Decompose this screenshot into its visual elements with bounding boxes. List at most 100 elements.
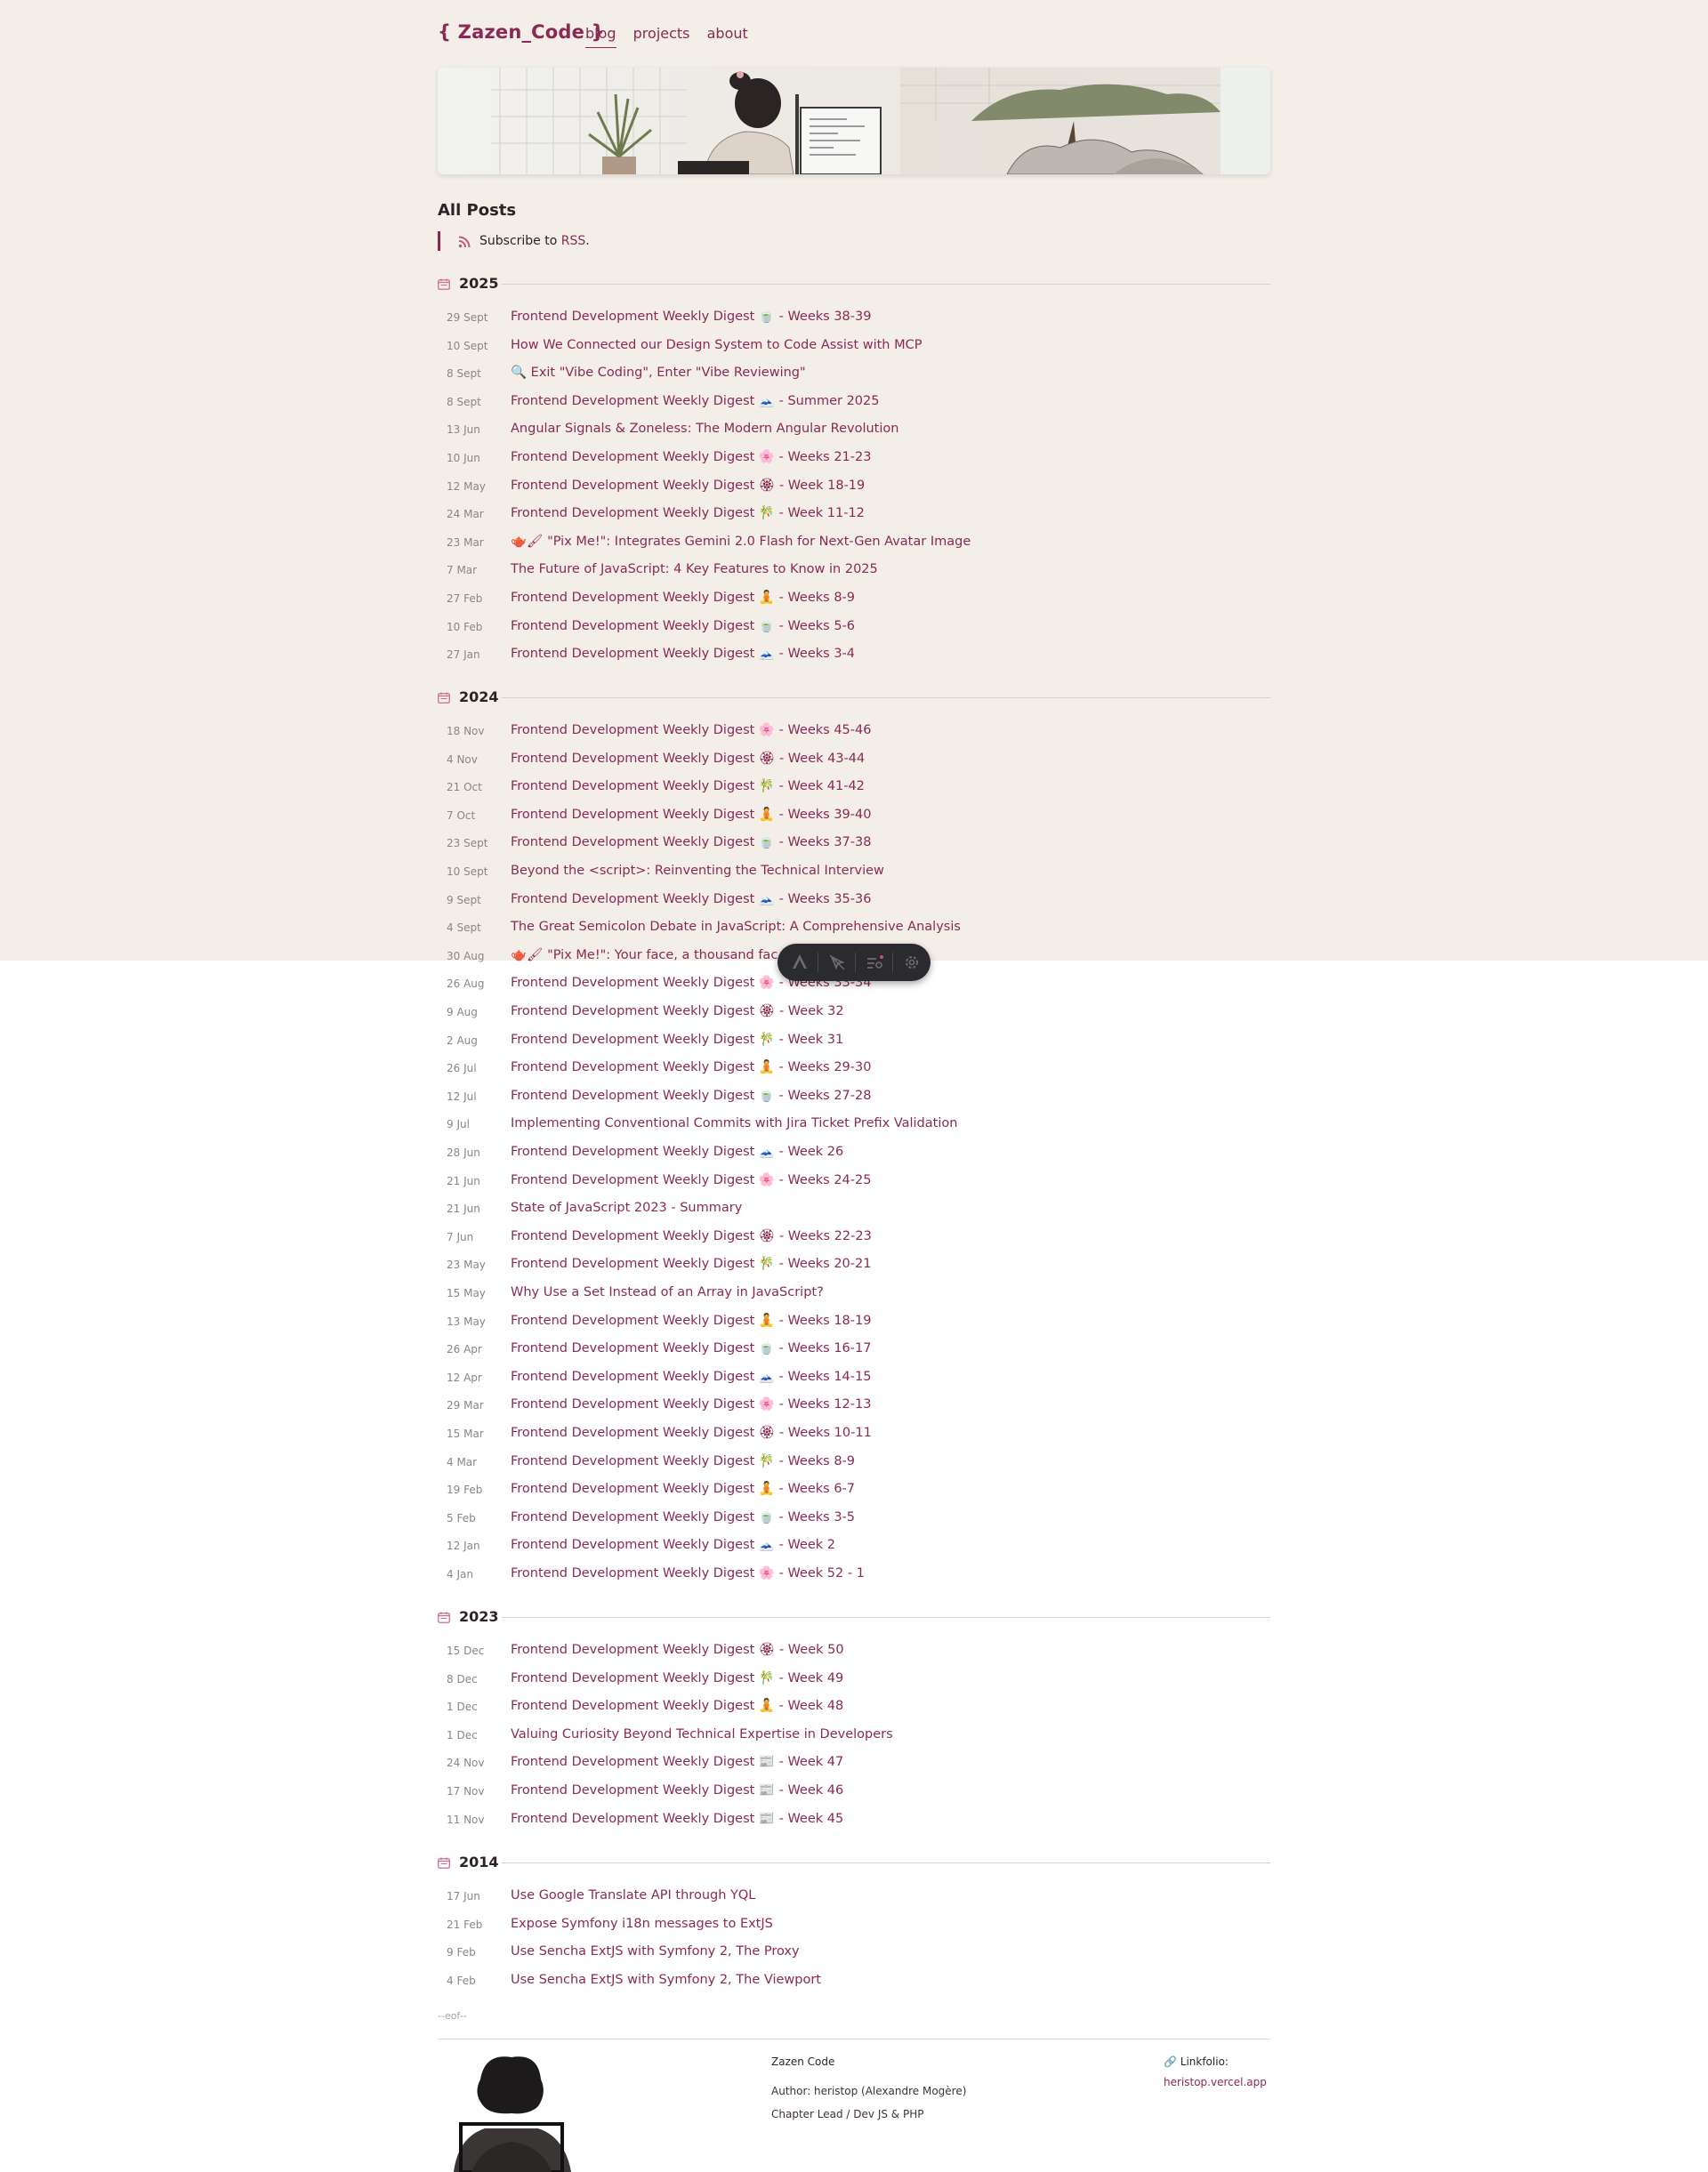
post-date: 8 Sept [447, 396, 481, 408]
post-date: 21 Feb [447, 1919, 483, 1931]
post-row: 21 Jun State of JavaScript 2023 - Summary [438, 1199, 1270, 1217]
post-title-link[interactable]: Frontend Development Weekly Digest 🧘 - W… [511, 1058, 871, 1076]
post-title-link[interactable]: Frontend Development Weekly Digest 🍵 - W… [511, 1339, 871, 1357]
settings-gear-icon[interactable] [902, 953, 922, 972]
year-label: 2014 [459, 1854, 499, 1870]
post-row: 26 Jul Frontend Development Weekly Digest… [438, 1058, 1270, 1076]
footer-linkfolio-link[interactable]: heristop.vercel.app [1164, 2076, 1267, 2088]
post-title-link[interactable]: Frontend Development Weekly Digest 🧘 - W… [511, 806, 871, 824]
post-title-link[interactable]: Use Google Translate API through YQL [511, 1886, 755, 1904]
post-row: 9 Jul Implementing Conventional Commits w… [438, 1114, 1270, 1132]
post-title-link[interactable]: State of JavaScript 2023 - Summary [511, 1199, 742, 1217]
post-title-link[interactable]: Frontend Development Weekly Digest 🎋 - W… [511, 1669, 843, 1687]
post-date: 15 Dec [447, 1645, 485, 1657]
filter-list-icon[interactable] [865, 953, 884, 972]
author-avatar [445, 2053, 578, 2172]
post-title-link[interactable]: Frontend Development Weekly Digest 📰 - W… [511, 1810, 843, 1828]
post-title-link[interactable]: Frontend Development Weekly Digest 🗻 - W… [511, 1143, 843, 1161]
post-row: 13 May Frontend Development Weekly Digest… [438, 1312, 1270, 1330]
rss-link[interactable]: RSS [561, 234, 586, 248]
post-row: 23 Sept Frontend Development Weekly Diges… [438, 833, 1270, 851]
post-title-link[interactable]: Expose Symfony i18n messages to ExtJS [511, 1915, 773, 1933]
post-title-link[interactable]: Frontend Development Weekly Digest 🗻 - W… [511, 1368, 871, 1386]
post-title-link[interactable]: Use Sencha ExtJS with Symfony 2, The Pro… [511, 1943, 800, 1960]
post-date: 29 Sept [447, 311, 488, 324]
post-row: 8 Dec Frontend Development Weekly Digest … [438, 1669, 1270, 1687]
post-row: 5 Feb Frontend Development Weekly Digest … [438, 1508, 1270, 1526]
post-row: 23 May Frontend Development Weekly Digest… [438, 1255, 1270, 1273]
post-title-link[interactable]: Frontend Development Weekly Digest 🍵 - W… [511, 308, 871, 326]
post-title-link[interactable]: Frontend Development Weekly Digest 🗻 - W… [511, 645, 855, 663]
post-title-link[interactable]: Frontend Development Weekly Digest 🏵 - W… [511, 1002, 844, 1020]
post-title-link[interactable]: Frontend Development Weekly Digest 🏵 - W… [511, 477, 865, 495]
angular-devtools-icon[interactable] [790, 953, 810, 972]
post-title-link[interactable]: Frontend Development Weekly Digest 📰 - W… [511, 1782, 843, 1799]
post-row: 12 Apr Frontend Development Weekly Digest… [438, 1368, 1270, 1386]
post-title-link[interactable]: Frontend Development Weekly Digest 🌸 - W… [511, 1396, 871, 1413]
post-title-link[interactable]: Frontend Development Weekly Digest 🗻 - W… [511, 1536, 835, 1554]
post-title-link[interactable]: 🫖🖌 "Pix Me!": Your face, a thousand fac [511, 946, 777, 964]
post-row: 1 Dec Frontend Development Weekly Digest … [438, 1697, 1270, 1715]
post-date: 24 Mar [447, 508, 484, 520]
post-row: 10 Sept Beyond the <script>: Reinventing … [438, 862, 1270, 880]
year-label: 2025 [459, 275, 499, 292]
post-title-link[interactable]: 🔍 Exit "Vibe Coding", Enter "Vibe Review… [511, 364, 806, 382]
post-title-link[interactable]: Frontend Development Weekly Digest 🎋 - W… [511, 1031, 843, 1049]
post-title-link[interactable]: Implementing Conventional Commits with J… [511, 1114, 957, 1132]
post-row: 1 Dec Valuing Curiosity Beyond Technical … [438, 1726, 1270, 1743]
calendar-icon [438, 278, 450, 290]
post-date: 9 Sept [447, 894, 481, 906]
nav-blog[interactable]: blog [585, 25, 616, 48]
post-title-link[interactable]: 🫖🖌 "Pix Me!": Integrates Gemini 2.0 Flas… [511, 533, 971, 551]
post-title-link[interactable]: Frontend Development Weekly Digest 🏵 - W… [511, 1227, 872, 1245]
rss-prefix: Subscribe to [479, 234, 558, 248]
toolbar-separator [892, 953, 893, 972]
post-title-link[interactable]: Beyond the <script>: Reinventing the Tec… [511, 862, 884, 880]
rss-suffix: . [585, 234, 590, 248]
post-title-link[interactable]: Frontend Development Weekly Digest 🌸 - W… [511, 721, 871, 739]
post-date: 2 Aug [447, 1034, 478, 1047]
footer-linkfolio-label: 🔗 Linkfolio: [1164, 2055, 1229, 2068]
post-title-link[interactable]: Frontend Development Weekly Digest 🏵 - W… [511, 750, 865, 768]
post-row: 21 Feb Expose Symfony i18n messages to Ex… [438, 1915, 1270, 1933]
nav-about[interactable]: about [707, 25, 748, 47]
post-title-link[interactable]: Angular Signals & Zoneless: The Modern A… [511, 420, 898, 438]
post-title-link[interactable]: Frontend Development Weekly Digest 🎋 - W… [511, 777, 865, 795]
post-title-link[interactable]: Frontend Development Weekly Digest 🏵 - W… [511, 1641, 844, 1659]
post-title-link[interactable]: Frontend Development Weekly Digest 📰 - W… [511, 1753, 843, 1771]
post-title-link[interactable]: Valuing Curiosity Beyond Technical Exper… [511, 1726, 893, 1743]
post-title-link[interactable]: Use Sencha ExtJS with Symfony 2, The Vie… [511, 1971, 821, 1989]
post-title-link[interactable]: Frontend Development Weekly Digest 🍵 - W… [511, 1508, 855, 1526]
post-title-link[interactable]: Frontend Development Weekly Digest 🍵 - W… [511, 833, 871, 851]
post-title-link[interactable]: Frontend Development Weekly Digest 🗻 - S… [511, 392, 879, 410]
post-title-link[interactable]: Frontend Development Weekly Digest 🧘 - W… [511, 1697, 843, 1715]
nav-projects[interactable]: projects [633, 25, 690, 47]
post-title-link[interactable]: Frontend Development Weekly Digest 🧘 - W… [511, 1312, 871, 1330]
post-title-link[interactable]: Frontend Development Weekly Digest 🌸 - W… [511, 1171, 871, 1189]
post-title-link[interactable]: Frontend Development Weekly Digest 🧘 - W… [511, 589, 855, 607]
post-title-link[interactable]: Frontend Development Weekly Digest 🎋 - W… [511, 1255, 871, 1273]
post-title-link[interactable]: Frontend Development Weekly Digest 🎋 - W… [511, 1452, 855, 1470]
year-divider [502, 697, 1270, 698]
post-title-link[interactable]: Frontend Development Weekly Digest 🌸 - W… [511, 1565, 865, 1582]
site-logo[interactable]: { Zazen_Code } [438, 21, 605, 43]
post-title-link[interactable]: Frontend Development Weekly Digest 🍵 - W… [511, 1087, 871, 1105]
post-title-link[interactable]: Frontend Development Weekly Digest 🧘 - W… [511, 1480, 855, 1498]
post-row: 17 Nov Frontend Development Weekly Digest… [438, 1782, 1270, 1799]
post-title-link[interactable]: Why Use a Set Instead of an Array in Jav… [511, 1283, 824, 1301]
post-row: 10 Sept How We Connected our Design Syste… [438, 336, 1270, 354]
post-title-link[interactable]: The Future of JavaScript: 4 Key Features… [511, 560, 878, 578]
post-date: 12 Jan [447, 1540, 480, 1552]
post-row: 12 Jul Frontend Development Weekly Digest… [438, 1087, 1270, 1105]
post-title-link[interactable]: Frontend Development Weekly Digest 🌸 - W… [511, 448, 871, 466]
post-title-link[interactable]: How We Connected our Design System to Co… [511, 336, 922, 354]
post-row: 12 Jan Frontend Development Weekly Digest… [438, 1536, 1270, 1554]
post-title-link[interactable]: Frontend Development Weekly Digest 🎋 - W… [511, 504, 865, 522]
post-row: 11 Nov Frontend Development Weekly Digest… [438, 1810, 1270, 1828]
post-title-link[interactable]: Frontend Development Weekly Digest 🍵 - W… [511, 617, 855, 635]
post-title-link[interactable]: Frontend Development Weekly Digest 🏵 - W… [511, 1424, 872, 1442]
post-date: 10 Feb [447, 621, 483, 633]
post-title-link[interactable]: Frontend Development Weekly Digest 🗻 - W… [511, 890, 871, 908]
inspect-icon[interactable] [827, 953, 847, 972]
post-title-link[interactable]: The Great Semicolon Debate in JavaScript… [511, 918, 961, 936]
